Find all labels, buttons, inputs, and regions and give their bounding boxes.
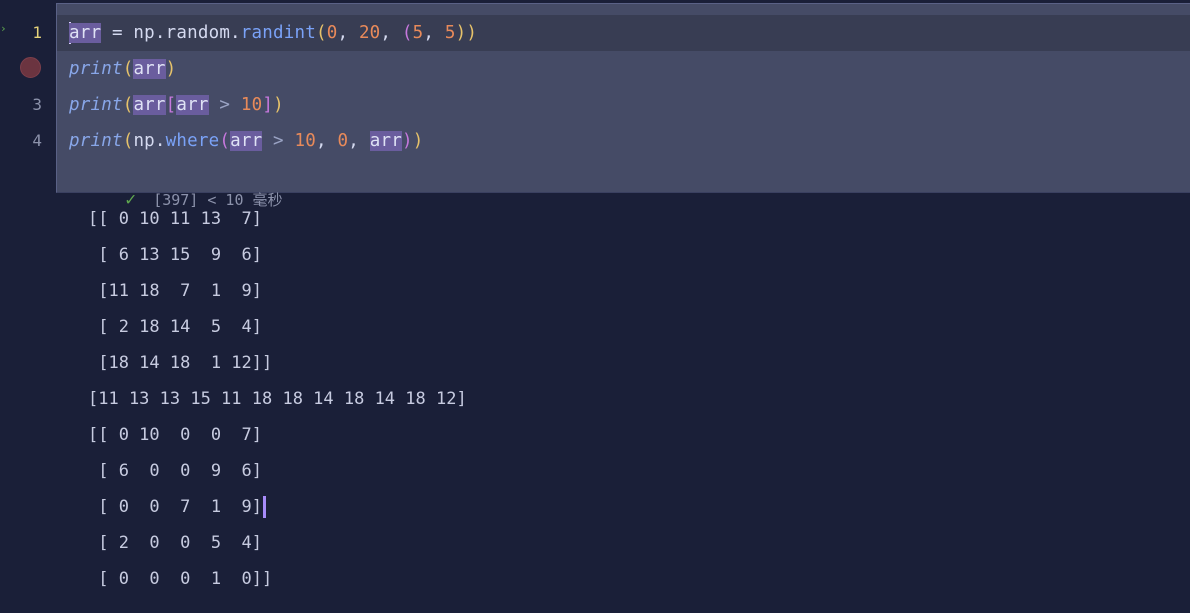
run-arrow-icon[interactable]: ›	[0, 23, 7, 35]
code-token-bracket: )	[401, 131, 413, 151]
code-token-builtin: print	[69, 95, 123, 115]
code-token-function: randint	[240, 23, 316, 43]
code-token-number: 20	[358, 23, 381, 43]
output-line: [11 13 13 15 11 18 18 14 18 14 18 12]	[88, 389, 467, 409]
output-line: [ 0 0 0 1 0]]	[88, 569, 273, 589]
cell-output[interactable]: [[ 0 10 11 13 7] [ 6 13 15 9 6] [11 18 7…	[88, 201, 467, 597]
output-line: [ 6 0 0 9 6]	[88, 461, 262, 481]
code-token-text: ,	[337, 23, 359, 43]
code-token-bracket: (	[219, 131, 231, 151]
text-cursor	[263, 496, 266, 518]
code-token-number: 5	[444, 23, 456, 43]
code-token-bracket: ]	[262, 95, 274, 115]
code-token-text: ,	[380, 23, 402, 43]
code-token-bracket: [	[165, 95, 177, 115]
code-token-builtin: print	[69, 59, 123, 79]
output-line: [18 14 18 1 12]]	[88, 353, 273, 373]
code-token-operator: >	[208, 95, 241, 115]
line-number-1[interactable]: 1	[12, 15, 42, 51]
code-token-number: 0	[337, 131, 349, 151]
code-line-1[interactable]: arr = np.random.randint(0, 20, (5, 5))	[69, 15, 477, 51]
code-token-variable-highlight: arr	[133, 59, 166, 79]
code-token-number: 10	[294, 131, 317, 151]
line-number-3[interactable]: 3	[12, 87, 42, 123]
code-token-variable-highlight: arr	[369, 131, 402, 151]
code-token-paren: )	[412, 131, 424, 151]
code-token-text: ,	[348, 131, 370, 151]
code-token-text: = np.random.	[101, 23, 241, 43]
output-line: [ 2 18 14 5 4]	[88, 317, 262, 337]
code-token-variable-highlight: arr	[176, 95, 209, 115]
breakpoint-icon[interactable]	[20, 57, 41, 78]
code-token-number: 5	[412, 23, 424, 43]
code-token-paren: )	[165, 59, 177, 79]
code-token-number: 10	[240, 95, 263, 115]
code-token-builtin: print	[69, 131, 123, 151]
output-line: [ 2 0 0 5 4]	[88, 533, 262, 553]
code-token-variable-highlight: arr	[230, 131, 263, 151]
line-number-4[interactable]: 4	[12, 123, 42, 159]
code-token-function: where	[165, 131, 220, 151]
output-line-with-cursor: [ 0 0 7 1 9]	[88, 489, 467, 525]
execution-status: ✓ [397] < 10 毫秒	[71, 164, 282, 210]
code-token-paren: (	[122, 59, 134, 79]
code-token-variable-highlight: arr	[69, 23, 102, 43]
output-line-text: [ 0 0 7 1 9]	[88, 497, 262, 517]
editor-root: › 1 3 4 arr = np.random.randint(0, 20, (…	[0, 0, 1190, 613]
code-token-variable-highlight: arr	[133, 95, 166, 115]
code-token-paren: (	[315, 23, 327, 43]
output-line: [11 18 7 1 9]	[88, 281, 262, 301]
output-line: [ 6 13 15 9 6]	[88, 245, 262, 265]
code-token-bracket: (	[401, 23, 413, 43]
output-line: [[ 0 10 11 13 7]	[88, 209, 262, 229]
code-token-text: ,	[423, 23, 445, 43]
code-token-paren: ))	[455, 23, 478, 43]
code-token-paren: (	[122, 131, 134, 151]
code-token-text: ,	[316, 131, 338, 151]
code-token-number: 0	[326, 23, 338, 43]
output-line: [[ 0 10 0 0 7]	[88, 425, 262, 445]
code-line-3[interactable]: print(arr[arr > 10])	[69, 87, 284, 123]
code-token-operator: >	[262, 131, 295, 151]
code-cell[interactable]: arr = np.random.randint(0, 20, (5, 5)) p…	[56, 3, 1190, 210]
code-token-paren: (	[122, 95, 134, 115]
gutter: › 1 3 4	[0, 0, 56, 193]
code-line-2[interactable]: print(arr)	[69, 51, 176, 87]
code-token-text: np.	[133, 131, 166, 151]
code-line-4[interactable]: print(np.where(arr > 10, 0, arr))	[69, 123, 423, 159]
code-token-paren: )	[273, 95, 284, 115]
